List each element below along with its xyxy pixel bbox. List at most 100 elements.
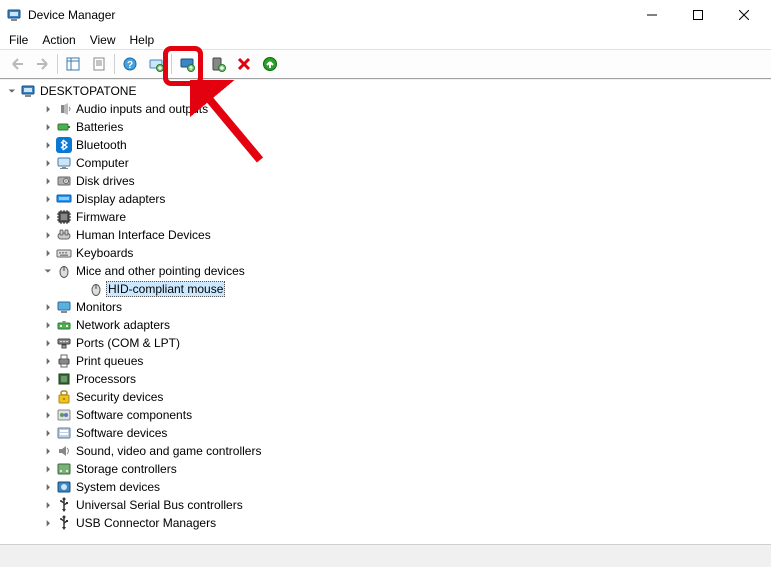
expander-icon[interactable]: ⏵	[40, 119, 56, 135]
expander-icon[interactable]: ⏵	[40, 371, 56, 387]
tree-category-label: Monitors	[76, 300, 122, 314]
tree-category-label: Display adapters	[76, 192, 165, 206]
tree-category-label: Human Interface Devices	[76, 228, 211, 242]
tree-category[interactable]: ⏵Universal Serial Bus controllers	[18, 496, 771, 514]
tree-category-label: Software components	[76, 408, 192, 422]
minimize-button[interactable]	[629, 0, 675, 30]
tree-category[interactable]: ⏷ Mice and other pointing devices	[18, 262, 771, 280]
network-icon	[56, 317, 72, 333]
tree-category[interactable]: ⏵Computer	[18, 154, 771, 172]
expander-icon[interactable]: ⏵	[40, 101, 56, 117]
tree-category[interactable]: ⏵ Processors	[18, 370, 771, 388]
expander-icon[interactable]: ⏵	[40, 425, 56, 441]
update-driver-button[interactable]	[175, 52, 199, 76]
expander-icon[interactable]: ⏵	[40, 353, 56, 369]
forward-button[interactable]	[30, 52, 54, 76]
tree-category[interactable]: ⏵ Software components	[18, 406, 771, 424]
help-button[interactable]	[118, 52, 142, 76]
keyboard-icon	[56, 245, 72, 261]
sound-icon	[56, 443, 72, 459]
tree-category[interactable]: ⏵Audio inputs and outputs	[18, 100, 771, 118]
storage-icon	[56, 461, 72, 477]
expander-icon[interactable]: ⏵	[40, 389, 56, 405]
tree-category[interactable]: ⏵Network adapters	[18, 316, 771, 334]
app-icon	[6, 7, 22, 23]
expander-icon[interactable]: ⏷	[4, 83, 20, 99]
expander-icon[interactable]: ⏵	[40, 137, 56, 153]
tree-category[interactable]: ⏵ Display adapters	[18, 190, 771, 208]
tree-category[interactable]: ⏵ Disk drives	[18, 172, 771, 190]
uninstall-device-button[interactable]	[232, 52, 256, 76]
properties-button[interactable]	[87, 52, 111, 76]
device-tree[interactable]: ⏷DESKTOPATONE⏵Audio inputs and outputs⏵B…	[0, 79, 771, 544]
expander-icon[interactable]: ⏵	[40, 317, 56, 333]
tree-device[interactable]: HID-compliant mouse	[36, 280, 771, 298]
tree-root-node[interactable]: ⏷ DESKTOPATONE	[0, 82, 771, 100]
menubar: File Action View Help	[0, 30, 771, 49]
expander-icon[interactable]: ⏵	[40, 407, 56, 423]
tree-category-label: USB Connector Managers	[76, 516, 216, 530]
tree-category[interactable]: ⏵ Batteries	[18, 118, 771, 136]
tree-category[interactable]: ⏵ Bluetooth	[18, 136, 771, 154]
port-icon	[56, 335, 72, 351]
tree-category-label: Print queues	[76, 354, 143, 368]
tree-category[interactable]: ⏵Keyboards	[18, 244, 771, 262]
expander-icon[interactable]: ⏵	[40, 227, 56, 243]
tree-category-label: Disk drives	[76, 174, 135, 188]
menu-file[interactable]: File	[2, 31, 35, 49]
tree-category[interactable]: ⏵ Ports (COM & LPT)	[18, 334, 771, 352]
enable-device-button[interactable]	[258, 52, 282, 76]
expander-icon[interactable]: ⏵	[40, 443, 56, 459]
tree-category[interactable]: ⏵Sound, video and game controllers	[18, 442, 771, 460]
cpu-icon	[56, 371, 72, 387]
statusbar	[0, 544, 771, 567]
toolbar	[0, 49, 771, 79]
monitor2-icon	[56, 299, 72, 315]
monitor-icon	[56, 155, 72, 171]
tree-category-label: Processors	[76, 372, 136, 386]
tree-category-label: Storage controllers	[76, 462, 177, 476]
show-hide-tree-button[interactable]	[61, 52, 85, 76]
tree-category-label: Security devices	[76, 390, 163, 404]
tree-category-label: System devices	[76, 480, 160, 494]
close-button[interactable]	[721, 0, 767, 30]
tree-category[interactable]: ⏵Software devices	[18, 424, 771, 442]
mouse-icon	[56, 263, 72, 279]
expander-icon[interactable]: ⏷	[40, 263, 56, 279]
tree-category-label: Ports (COM & LPT)	[76, 336, 180, 350]
expander-icon[interactable]: ⏵	[40, 155, 56, 171]
tree-category-label: Bluetooth	[76, 138, 127, 152]
expander-icon[interactable]: ⏵	[40, 479, 56, 495]
tree-category[interactable]: ⏵ Monitors	[18, 298, 771, 316]
tree-root-label: DESKTOPATONE	[40, 84, 136, 98]
expander-icon[interactable]: ⏵	[40, 173, 56, 189]
tree-category-label: Batteries	[76, 120, 123, 134]
menu-view[interactable]: View	[83, 31, 123, 49]
expander-icon[interactable]: ⏵	[40, 209, 56, 225]
add-legacy-hardware-button[interactable]	[206, 52, 230, 76]
window-title: Device Manager	[28, 8, 629, 22]
speaker-icon	[56, 101, 72, 117]
expander-icon[interactable]: ⏵	[40, 497, 56, 513]
expander-icon[interactable]: ⏵	[40, 515, 56, 531]
menu-action[interactable]: Action	[35, 31, 82, 49]
tree-category[interactable]: ⏵ Print queues	[18, 352, 771, 370]
expander-icon[interactable]: ⏵	[40, 461, 56, 477]
tree-category[interactable]: ⏵ System devices	[18, 478, 771, 496]
expander-icon[interactable]: ⏵	[40, 299, 56, 315]
printer-icon	[56, 353, 72, 369]
scan-hardware-button[interactable]	[144, 52, 168, 76]
expander-icon[interactable]: ⏵	[40, 191, 56, 207]
tree-category[interactable]: ⏵Firmware	[18, 208, 771, 226]
menu-help[interactable]: Help	[123, 31, 162, 49]
tree-category-label: Mice and other pointing devices	[76, 264, 245, 278]
expander-icon[interactable]: ⏵	[40, 335, 56, 351]
tree-category[interactable]: ⏵ Storage controllers	[18, 460, 771, 478]
tree-category[interactable]: ⏵ Security devices	[18, 388, 771, 406]
tree-category[interactable]: ⏵ USB Connector Managers	[18, 514, 771, 532]
battery-icon	[56, 119, 72, 135]
maximize-button[interactable]	[675, 0, 721, 30]
back-button[interactable]	[4, 52, 28, 76]
tree-category[interactable]: ⏵ Human Interface Devices	[18, 226, 771, 244]
expander-icon[interactable]: ⏵	[40, 245, 56, 261]
